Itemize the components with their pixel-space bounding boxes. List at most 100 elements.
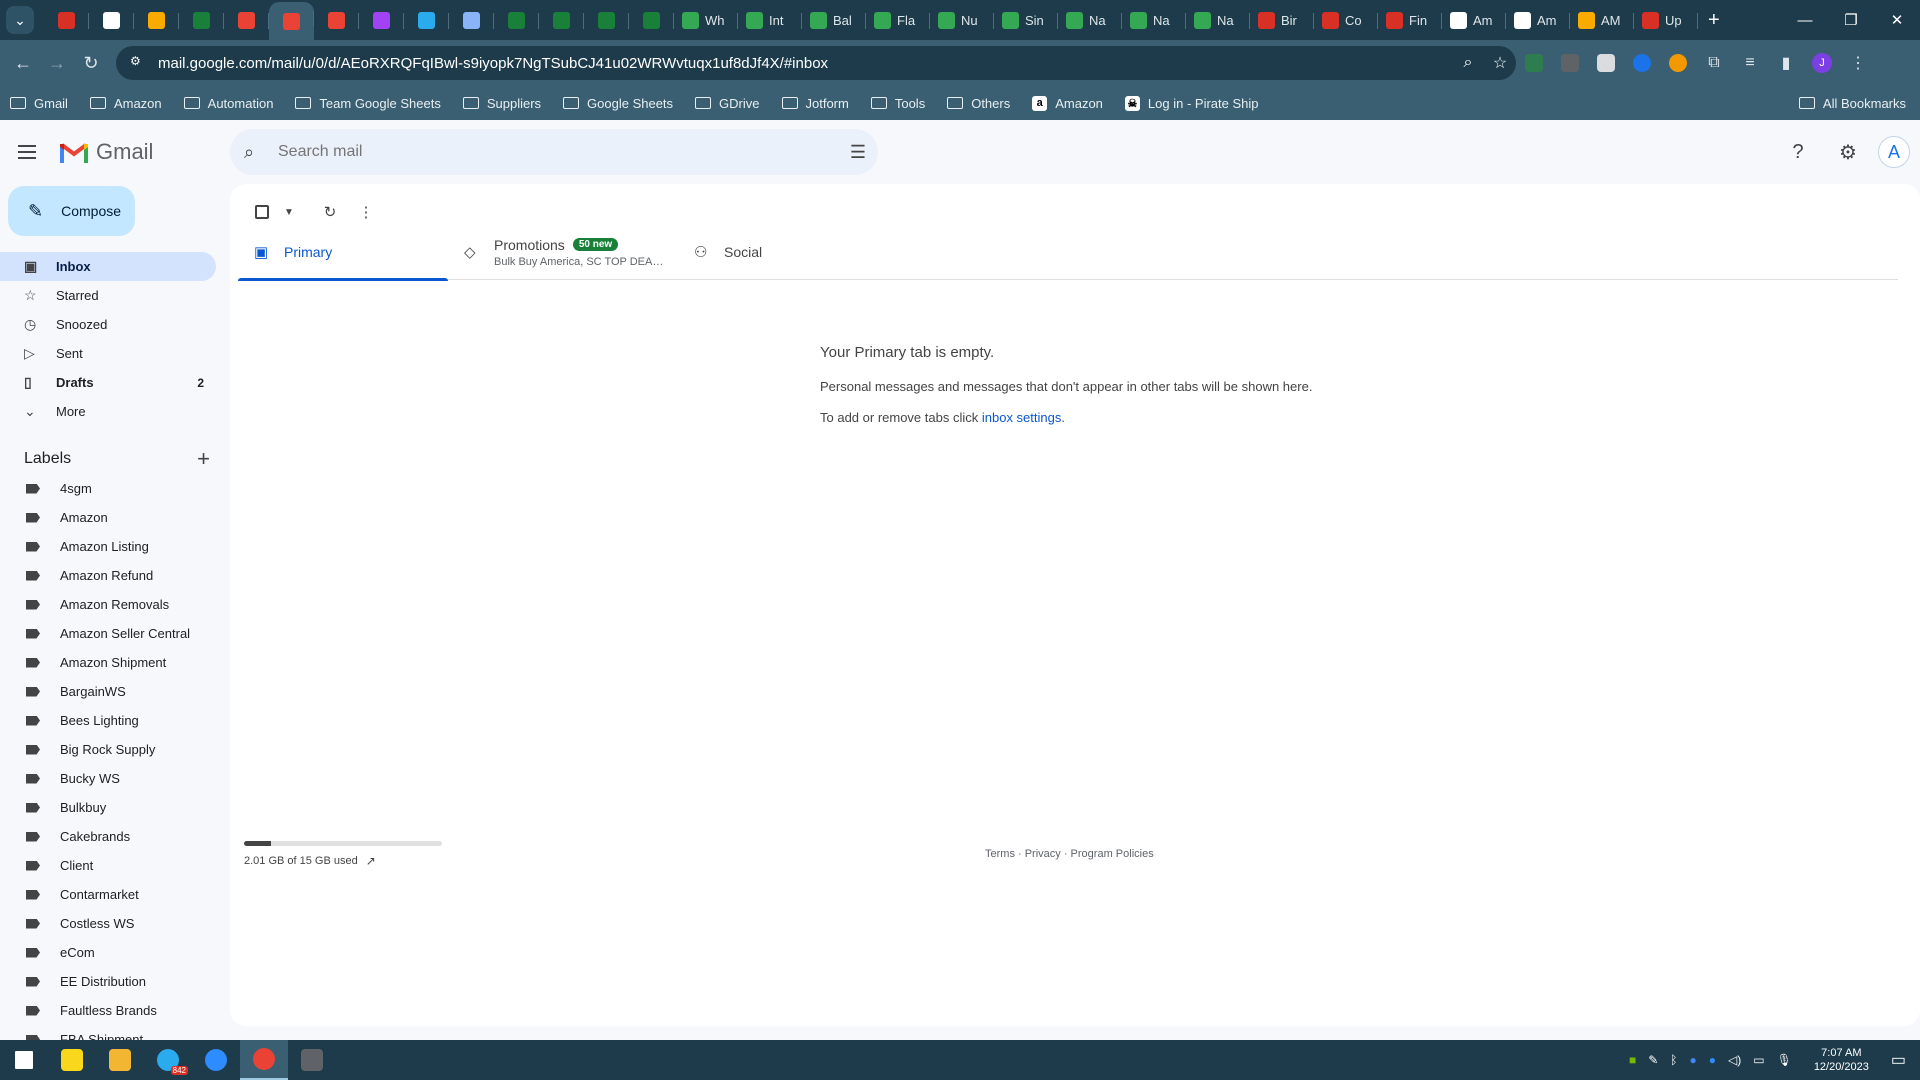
restore-button[interactable]: ❐ xyxy=(1828,0,1874,40)
label-item[interactable]: Bees Lighting xyxy=(0,706,216,735)
back-button[interactable]: ← xyxy=(6,46,40,80)
tab-primary[interactable]: ▣ Primary xyxy=(238,224,448,281)
browser-tab[interactable]: Nu xyxy=(930,4,994,36)
antivirus-icon[interactable]: ● xyxy=(1690,1053,1697,1067)
sidebar-item-drafts[interactable]: ▯ Drafts 2 xyxy=(0,368,216,397)
browser-tab[interactable] xyxy=(179,4,224,36)
sidebar-item-more[interactable]: ⌄ More xyxy=(0,397,216,426)
bookmark-item[interactable]: ☠ Log in - Pirate Ship xyxy=(1124,95,1259,111)
browser-tab[interactable]: Fla xyxy=(866,4,930,36)
browser-tab[interactable] xyxy=(359,4,404,36)
media-control-icon[interactable]: ≡ xyxy=(1732,46,1768,80)
bookmark-item[interactable]: Jotform xyxy=(781,96,849,111)
close-window-button[interactable]: ✕ xyxy=(1874,0,1920,40)
create-label-button[interactable]: + xyxy=(197,446,210,472)
all-bookmarks[interactable]: All Bookmarks xyxy=(1798,96,1906,111)
extension-dropbox-icon[interactable] xyxy=(1624,46,1660,80)
browser-tab[interactable]: Am xyxy=(1506,4,1570,36)
url-text[interactable]: mail.google.com/mail/u/0/d/AEoRXRQFqIBwl… xyxy=(158,55,1452,72)
open-external-icon[interactable]: ↗ xyxy=(366,854,376,868)
browser-tab[interactable]: Na xyxy=(1122,4,1186,36)
bookmark-item[interactable]: Others xyxy=(947,96,1010,111)
network-icon[interactable]: ▭ xyxy=(1753,1053,1764,1067)
pen-icon[interactable]: ✎ xyxy=(1648,1053,1658,1067)
browser-menu-icon[interactable]: ⋮ xyxy=(1840,46,1876,80)
bookmark-item[interactable]: Gmail xyxy=(10,96,68,111)
extension-sheets-icon[interactable] xyxy=(1516,46,1552,80)
bookmark-item[interactable]: a Amazon xyxy=(1032,95,1103,111)
windows-start-icon[interactable] xyxy=(0,1040,48,1080)
footer-links[interactable]: Terms · Privacy · Program Policies xyxy=(985,848,1154,860)
bookmark-star-icon[interactable]: ☆ xyxy=(1484,53,1516,73)
bookmark-item[interactable]: Amazon xyxy=(89,96,162,111)
minimize-button[interactable]: — xyxy=(1782,0,1828,40)
bookmark-item[interactable]: Google Sheets xyxy=(563,96,673,111)
telegram-icon[interactable]: 842 xyxy=(144,1040,192,1080)
label-item[interactable]: 4sgm xyxy=(0,474,216,503)
bookmark-item[interactable]: Team Google Sheets xyxy=(295,96,441,111)
label-item[interactable]: Amazon xyxy=(0,503,216,532)
calculator-icon[interactable] xyxy=(288,1040,336,1080)
new-tab-button[interactable]: + xyxy=(1708,9,1720,32)
label-item[interactable]: Bucky WS xyxy=(0,764,216,793)
site-info-icon[interactable]: ⚙ xyxy=(130,54,148,72)
label-item[interactable]: Cakebrands xyxy=(0,822,216,851)
browser-tab[interactable] xyxy=(44,4,89,36)
notifications-icon[interactable]: ▭ xyxy=(1891,1050,1906,1070)
main-menu-icon[interactable] xyxy=(18,137,48,167)
browser-tab[interactable] xyxy=(224,4,269,36)
nvidia-icon[interactable]: ■ xyxy=(1629,1053,1636,1067)
volume-icon[interactable]: ◁) xyxy=(1728,1053,1741,1067)
browser-tab[interactable] xyxy=(269,2,314,40)
browser-tab[interactable] xyxy=(584,4,629,36)
browser-tab[interactable]: Wh xyxy=(674,4,738,36)
label-item[interactable]: EE Distribution xyxy=(0,967,216,996)
label-item[interactable]: Client xyxy=(0,851,216,880)
sidebar-item-starred[interactable]: ☆ Starred xyxy=(0,281,216,310)
browser-tab[interactable]: Bir xyxy=(1250,4,1314,36)
browser-tab[interactable]: Up xyxy=(1634,4,1698,36)
browser-tab[interactable]: Bal xyxy=(802,4,866,36)
label-item[interactable]: Amazon Refund xyxy=(0,561,216,590)
browser-tab[interactable] xyxy=(134,4,179,36)
gmail-logo[interactable]: Gmail xyxy=(60,139,153,165)
extension-off-icon[interactable] xyxy=(1552,46,1588,80)
zoom-icon[interactable]: ⌕ xyxy=(1452,54,1484,72)
label-item[interactable]: Amazon Shipment xyxy=(0,648,216,677)
label-item[interactable]: BargainWS xyxy=(0,677,216,706)
account-avatar[interactable]: A xyxy=(1878,136,1910,168)
sidebar-item-snoozed[interactable]: ◷ Snoozed xyxy=(0,310,216,339)
side-panel-icon[interactable]: ▮ xyxy=(1768,46,1804,80)
browser-tab[interactable] xyxy=(89,4,134,36)
tab-promotions[interactable]: ◇ Promotions 50 new Bulk Buy America, SC… xyxy=(448,224,678,280)
search-input[interactable] xyxy=(278,143,838,161)
label-item[interactable]: Amazon Removals xyxy=(0,590,216,619)
extension-circle-icon[interactable] xyxy=(1660,46,1696,80)
browser-tab[interactable] xyxy=(314,4,359,36)
sidebar-item-inbox[interactable]: ▣ Inbox xyxy=(0,252,216,281)
browser-tab[interactable]: Sin xyxy=(994,4,1058,36)
zoom-icon[interactable] xyxy=(192,1040,240,1080)
browser-tab[interactable]: Co xyxy=(1314,4,1378,36)
inbox-settings-link[interactable]: inbox settings xyxy=(982,410,1062,425)
tab-social[interactable]: ⚇ Social xyxy=(678,224,888,280)
extensions-puzzle-icon[interactable]: ⧉ xyxy=(1696,46,1732,80)
clock[interactable]: 7:07 AM 12/20/2023 xyxy=(1814,1046,1869,1074)
label-item[interactable]: Big Rock Supply xyxy=(0,735,216,764)
search-icon[interactable]: ⌕ xyxy=(244,142,270,163)
label-item[interactable]: Amazon Listing xyxy=(0,532,216,561)
browser-tab[interactable]: Na xyxy=(1186,4,1250,36)
browser-tab[interactable] xyxy=(629,4,674,36)
browser-tab[interactable] xyxy=(539,4,584,36)
extension-image-icon[interactable] xyxy=(1588,46,1624,80)
sticky-notes-icon[interactable] xyxy=(48,1040,96,1080)
settings-gear-icon[interactable]: ⚙ xyxy=(1828,132,1868,172)
browser-tab[interactable] xyxy=(494,4,539,36)
reload-button[interactable]: ↻ xyxy=(74,46,108,80)
bookmark-item[interactable]: GDrive xyxy=(695,96,760,111)
bookmark-item[interactable]: Automation xyxy=(183,96,273,111)
profile-avatar[interactable]: J xyxy=(1804,46,1840,80)
help-icon[interactable]: ? xyxy=(1778,132,1818,172)
forward-button[interactable]: → xyxy=(40,46,74,80)
file-explorer-icon[interactable] xyxy=(96,1040,144,1080)
